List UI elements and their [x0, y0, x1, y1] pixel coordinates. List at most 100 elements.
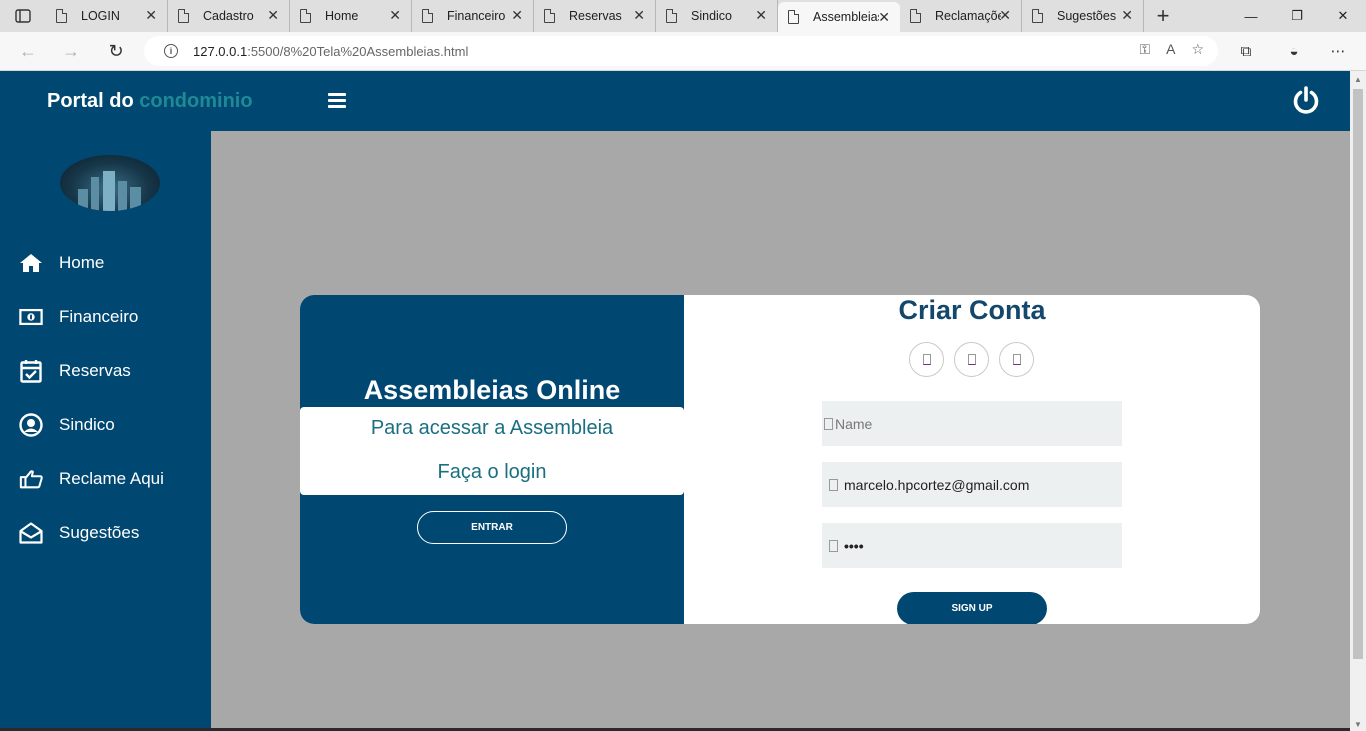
envelope-open-icon [19, 521, 43, 545]
close-tab-icon[interactable]: ✕ [511, 8, 523, 22]
sidebar-item-financeiro[interactable]: Financeiro [19, 305, 138, 329]
tab-title: Assembleias [813, 10, 879, 24]
tab-title: Sugestões [1057, 9, 1117, 23]
close-tab-icon[interactable]: ✕ [878, 10, 890, 24]
browser-tab-cadastro[interactable]: Cadastro ✕ [168, 0, 290, 32]
tab-title: Financeiro [447, 9, 506, 23]
url-host: 127.0.0.1 [193, 43, 248, 59]
scroll-down-icon[interactable]: ▼ [1354, 720, 1362, 729]
page-icon [1032, 8, 1044, 23]
page-icon [56, 8, 68, 23]
lock-icon [829, 539, 838, 552]
address-bar: ← → ↻ i 127.0.0.1:5500/8%20Tela%20Assemb… [0, 32, 1366, 71]
name-placeholder: Name [835, 415, 873, 432]
email-icon [829, 478, 838, 491]
sidebar-item-label: Reclame Aqui [59, 469, 164, 488]
close-tab-icon[interactable]: ✕ [633, 8, 645, 22]
info-banner: Para acessar a Assembleia Faça o login [300, 407, 684, 495]
panel-title: Assembleias Online [363, 375, 621, 405]
tab-title: Reclamações [935, 9, 1001, 23]
tab-title: Home [325, 9, 359, 23]
page-scrollbar[interactable]: ▲ ▼ [1350, 71, 1366, 731]
reload-icon[interactable]: ↻ [104, 40, 128, 62]
sidebar-item-reclame-aqui[interactable]: Reclame Aqui [19, 467, 164, 491]
login-overlay-panel: Assembleias Online Para acessar a Assemb… [300, 295, 684, 624]
page-icon [178, 8, 190, 23]
tab-title: Reservas [569, 9, 622, 23]
sidebar-item-reservas[interactable]: Reservas [19, 359, 131, 383]
tab-actions-icon[interactable] [0, 0, 46, 32]
social-login-linkedin-icon[interactable] [999, 342, 1034, 377]
brand-logo: Portal do condominio [47, 90, 253, 113]
close-tab-icon[interactable]: ✕ [267, 8, 279, 22]
money-icon [19, 305, 43, 329]
minimize-icon[interactable]: — [1228, 0, 1274, 32]
url-text: 127.0.0.1:5500/8%20Tela%20Assembleias.ht… [193, 44, 468, 59]
user-icon [824, 417, 833, 430]
page-icon [422, 8, 434, 23]
close-tab-icon[interactable]: ✕ [145, 8, 157, 22]
scrollbar-thumb[interactable] [1353, 89, 1363, 659]
scroll-up-icon[interactable]: ▲ [1354, 75, 1362, 84]
home-icon [19, 251, 43, 275]
top-navbar: Portal do condominio [0, 71, 1350, 131]
forward-icon[interactable]: → [59, 40, 83, 62]
close-tab-icon[interactable]: ✕ [1121, 8, 1133, 22]
email-value: marcelo.hpcortez@gmail.com [844, 476, 1030, 493]
restore-icon[interactable]: ❐ [1274, 0, 1320, 32]
tab-title: LOGIN [81, 9, 120, 23]
sidebar-item-sugestoes[interactable]: Sugestões [19, 521, 139, 545]
sidebar-item-home[interactable]: Home [19, 251, 104, 275]
profile-icon[interactable]: ◒ [1283, 40, 1305, 62]
close-tab-icon[interactable]: ✕ [999, 8, 1011, 22]
sidebar-item-sindico[interactable]: Sindico [19, 413, 115, 437]
favorite-add-icon[interactable]: ☆ [1191, 41, 1204, 58]
tab-title: Sindico [691, 9, 732, 23]
sidebar-item-label: Home [59, 253, 105, 272]
browser-tab-assembleias[interactable]: Assembleias ✕ [778, 2, 900, 32]
sign-up-button[interactable]: SIGN UP [897, 592, 1047, 624]
name-field[interactable]: Name [822, 401, 1122, 446]
collections-icon[interactable]: ⧉ [1235, 40, 1257, 62]
window-close-icon[interactable]: ✕ [1320, 0, 1366, 32]
signup-title: Criar Conta [898, 295, 1046, 325]
tab-title: Cadastro [203, 9, 254, 23]
page-icon [788, 9, 800, 24]
url-field[interactable]: i 127.0.0.1:5500/8%20Tela%20Assembleias.… [144, 36, 1218, 66]
social-login-facebook-icon[interactable] [909, 342, 944, 377]
page-icon [910, 8, 922, 23]
sidebar-item-label: Financeiro [59, 307, 139, 326]
browser-tab-login[interactable]: LOGIN ✕ [46, 0, 168, 32]
key-icon[interactable]: ⚿ [1139, 41, 1150, 58]
site-info-icon[interactable]: i [164, 44, 178, 58]
sidebar-item-label: Sindico [59, 415, 115, 434]
back-icon[interactable]: ← [16, 40, 40, 62]
close-tab-icon[interactable]: ✕ [389, 8, 401, 22]
browser-tab-sindico[interactable]: Sindico ✕ [656, 0, 778, 32]
new-tab-icon[interactable]: + [1144, 0, 1182, 32]
read-aloud-icon[interactable]: A [1166, 41, 1175, 58]
browser-tab-home[interactable]: Home ✕ [290, 0, 412, 32]
brand-accent: condominio [139, 90, 253, 112]
social-login-google-icon[interactable] [954, 342, 989, 377]
password-field[interactable]: •••• [822, 523, 1122, 568]
entrar-button[interactable]: ENTRAR [417, 511, 567, 544]
email-field[interactable]: marcelo.hpcortez@gmail.com [822, 462, 1122, 507]
sidebar-item-label: Reservas [59, 361, 131, 380]
close-tab-icon[interactable]: ✕ [755, 8, 767, 22]
more-menu-icon[interactable]: ⋯ [1327, 40, 1349, 62]
menu-toggle-icon[interactable] [328, 93, 346, 108]
condo-avatar-image [60, 155, 160, 211]
browser-tab-reservas[interactable]: Reservas ✕ [534, 0, 656, 32]
user-circle-icon [19, 413, 43, 437]
page-icon [666, 8, 678, 23]
browser-tab-sugestoes[interactable]: Sugestões ✕ [1022, 0, 1144, 32]
browser-tab-financeiro[interactable]: Financeiro ✕ [412, 0, 534, 32]
assembleias-card: Assembleias Online Para acessar a Assemb… [300, 295, 1260, 624]
browser-tab-bar: LOGIN ✕ Cadastro ✕ Home ✕ Financeiro ✕ Reser… [0, 0, 1366, 32]
sidebar-item-label: Sugestões [59, 523, 140, 542]
browser-tab-reclamacoes[interactable]: Reclamações✕ [900, 0, 1022, 32]
calendar-check-icon [19, 359, 43, 383]
page-icon [300, 8, 312, 23]
power-icon[interactable] [1292, 86, 1320, 116]
